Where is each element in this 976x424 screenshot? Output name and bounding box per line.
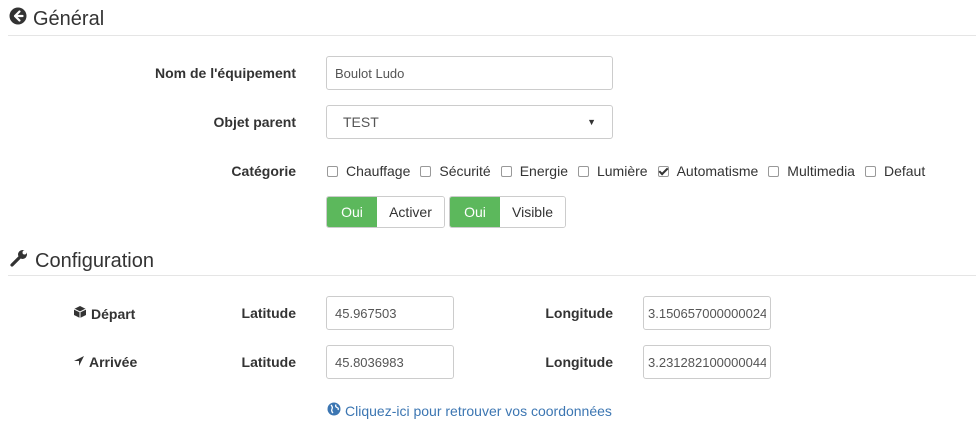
arrivee-longitude-input[interactable] — [643, 345, 771, 379]
depart-label: Départ — [73, 305, 135, 322]
name-label: Nom de l'équipement — [154, 65, 296, 81]
active-toggle-on[interactable]: Oui — [327, 197, 377, 227]
cube-icon — [73, 305, 87, 322]
active-toggle-label[interactable]: Activer — [377, 197, 444, 227]
general-section-title: Général — [9, 7, 104, 31]
caret-down-icon: ▼ — [587, 117, 596, 127]
configuration-title-text: Configuration — [35, 249, 154, 272]
arrivee-label-text: Arrivée — [89, 354, 138, 370]
category-option[interactable]: Energie — [500, 163, 568, 179]
visible-toggle-label[interactable]: Visible — [500, 197, 565, 227]
category-option-label: Energie — [519, 163, 568, 179]
category-option[interactable]: Defaut — [864, 163, 926, 179]
category-option[interactable]: Lumière — [577, 163, 648, 179]
active-toggle[interactable]: Oui Activer — [326, 196, 445, 228]
arrivee-latitude-input[interactable] — [326, 345, 454, 379]
category-option-label: Automatisme — [676, 163, 759, 179]
category-option[interactable]: Automatisme — [657, 163, 759, 179]
category-option-label: Defaut — [883, 163, 926, 179]
equipment-name-input[interactable] — [326, 56, 613, 90]
category-option[interactable]: Chauffage — [327, 163, 410, 179]
arrow-circle-left-icon[interactable] — [9, 7, 27, 31]
category-option[interactable]: Multimedia — [768, 163, 855, 179]
wrench-icon — [9, 248, 29, 274]
category-checkbox[interactable] — [864, 165, 876, 177]
category-option-label: Multimedia — [787, 163, 855, 179]
category-checkbox[interactable] — [657, 165, 669, 177]
category-option-label: Chauffage — [346, 163, 411, 179]
configuration-divider — [8, 275, 976, 276]
parent-select[interactable]: TEST ▼ — [326, 105, 613, 139]
general-divider — [8, 35, 976, 36]
category-option-label: Lumière — [596, 163, 648, 179]
arrivee-longitude-label: Longitude — [545, 354, 613, 370]
category-list: Chauffage Sécurité Energie Lumière Automatis… — [327, 163, 935, 179]
depart-longitude-input[interactable] — [643, 296, 771, 330]
visible-toggle[interactable]: Oui Visible — [449, 196, 566, 228]
parent-select-value: TEST — [343, 114, 379, 130]
category-option-label: Sécurité — [439, 163, 491, 179]
category-checkbox[interactable] — [577, 165, 589, 177]
category-checkbox[interactable] — [500, 165, 512, 177]
category-checkbox[interactable] — [327, 165, 338, 177]
category-option[interactable]: Sécurité — [420, 163, 491, 179]
configuration-section-title: Configuration — [9, 248, 154, 274]
category-label: Catégorie — [231, 163, 296, 179]
parent-label: Objet parent — [213, 114, 296, 130]
general-title-text: Général — [33, 7, 105, 30]
coordinates-help-link-text[interactable]: Cliquez-ici pour retrouver vos coordonné… — [345, 403, 612, 419]
category-checkbox[interactable] — [420, 165, 432, 177]
depart-latitude-label: Latitude — [241, 305, 296, 321]
arrivee-label: Arrivée — [73, 354, 137, 370]
visible-toggle-on[interactable]: Oui — [450, 197, 500, 227]
arrivee-latitude-label: Latitude — [241, 354, 296, 370]
depart-latitude-input[interactable] — [326, 296, 454, 330]
globe-icon — [327, 402, 341, 419]
location-arrow-icon — [73, 354, 85, 370]
coordinates-help-link[interactable]: Cliquez-ici pour retrouver vos coordonné… — [327, 402, 612, 419]
depart-longitude-label: Longitude — [545, 305, 613, 321]
depart-label-text: Départ — [91, 305, 136, 322]
category-checkbox[interactable] — [768, 165, 780, 177]
